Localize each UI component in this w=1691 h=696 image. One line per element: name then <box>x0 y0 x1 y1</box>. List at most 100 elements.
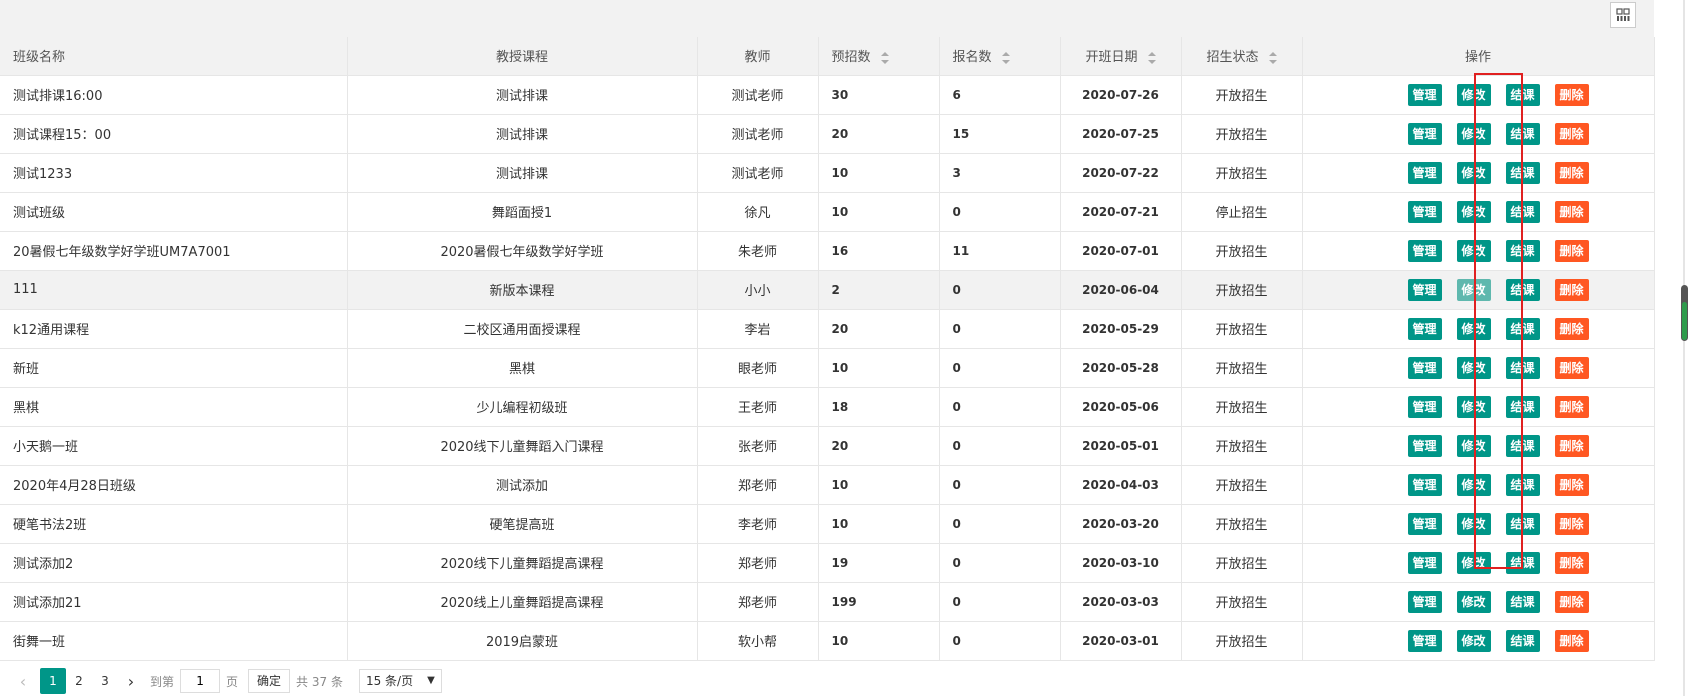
cell-enrolled: 0 <box>939 192 1061 232</box>
manage-button[interactable]: 管理 <box>1407 122 1442 145</box>
prev-page-icon[interactable]: ‹ <box>10 672 36 691</box>
delete-button[interactable]: 删除 <box>1554 551 1589 574</box>
header-planned[interactable]: 预招数 <box>818 37 940 76</box>
manage-button[interactable]: 管理 <box>1407 278 1442 301</box>
manage-button[interactable]: 管理 <box>1407 473 1442 496</box>
manage-button[interactable]: 管理 <box>1407 590 1442 613</box>
finish-class-button[interactable]: 结课 <box>1505 395 1540 418</box>
delete-button[interactable]: 删除 <box>1554 434 1589 457</box>
edit-button[interactable]: 修改 <box>1456 83 1491 106</box>
finish-class-button[interactable]: 结课 <box>1505 239 1540 262</box>
manage-button[interactable]: 管理 <box>1407 434 1442 457</box>
sort-icon[interactable] <box>880 51 889 64</box>
delete-button[interactable]: 删除 <box>1554 200 1589 223</box>
edit-button[interactable]: 修改 <box>1456 200 1491 223</box>
manage-button[interactable]: 管理 <box>1407 356 1442 379</box>
manage-button[interactable]: 管理 <box>1407 551 1442 574</box>
goto-label: 到第 <box>150 674 175 689</box>
finish-class-button[interactable]: 结课 <box>1505 590 1540 613</box>
cell-status: 开放招生 <box>1181 231 1303 271</box>
next-page-icon[interactable]: › <box>118 672 144 691</box>
edit-button[interactable]: 修改 <box>1456 629 1491 652</box>
cell-start-date: 2020-07-01 <box>1060 231 1182 271</box>
edit-button[interactable]: 修改 <box>1456 239 1491 262</box>
columns-grid-icon[interactable] <box>1610 2 1636 28</box>
edit-button[interactable]: 修改 <box>1456 317 1491 340</box>
table-row: 测试排课16:00 测试排课 测试老师 30 6 2020-07-26 开放招生 管理 修改 结课… <box>0 75 1655 115</box>
manage-button[interactable]: 管理 <box>1407 512 1442 535</box>
edit-button[interactable]: 修改 <box>1456 395 1491 418</box>
sort-icon[interactable] <box>1268 51 1277 64</box>
delete-button[interactable]: 删除 <box>1554 122 1589 145</box>
cell-enrolled: 0 <box>939 348 1061 388</box>
manage-button[interactable]: 管理 <box>1407 83 1442 106</box>
header-status[interactable]: 招生状态 <box>1181 37 1303 76</box>
edit-button[interactable]: 修改 <box>1456 590 1491 613</box>
sort-icon[interactable] <box>1001 51 1010 64</box>
delete-button[interactable]: 删除 <box>1554 395 1589 418</box>
edit-button[interactable]: 修改 <box>1456 551 1491 574</box>
finish-class-button[interactable]: 结课 <box>1505 551 1540 574</box>
cell-status: 开放招生 <box>1181 270 1303 310</box>
cell-status: 开放招生 <box>1181 309 1303 349</box>
finish-class-button[interactable]: 结课 <box>1505 317 1540 340</box>
delete-button[interactable]: 删除 <box>1554 239 1589 262</box>
delete-button[interactable]: 删除 <box>1554 473 1589 496</box>
page-scrollbar[interactable] <box>1678 0 1691 696</box>
finish-class-button[interactable]: 结课 <box>1505 161 1540 184</box>
manage-button[interactable]: 管理 <box>1407 200 1442 223</box>
finish-class-button[interactable]: 结课 <box>1505 512 1540 535</box>
cell-start-date: 2020-03-10 <box>1060 543 1182 583</box>
table-row: 硬笔书法2班 硬笔提高班 李老师 10 0 2020-03-20 开放招生 管理 修改 结课 删除 <box>0 504 1655 544</box>
edit-button[interactable]: 修改 <box>1456 512 1491 535</box>
delete-button[interactable]: 删除 <box>1554 278 1589 301</box>
page-size-select[interactable]: 15 条/页 ▼ <box>358 669 442 693</box>
finish-class-button[interactable]: 结课 <box>1505 629 1540 652</box>
edit-button[interactable]: 修改 <box>1456 122 1491 145</box>
delete-button[interactable]: 删除 <box>1554 590 1589 613</box>
cell-course: 2020线下儿童舞蹈提高课程 <box>347 543 698 583</box>
finish-class-button[interactable]: 结课 <box>1505 434 1540 457</box>
page-2[interactable]: 2 <box>66 668 92 694</box>
cell-planned: 20 <box>818 426 940 466</box>
manage-button[interactable]: 管理 <box>1407 239 1442 262</box>
header-start-date[interactable]: 开班日期 <box>1060 37 1182 76</box>
header-enrolled[interactable]: 报名数 <box>939 37 1061 76</box>
delete-button[interactable]: 删除 <box>1554 317 1589 340</box>
edit-button[interactable]: 修改 <box>1456 356 1491 379</box>
delete-button[interactable]: 删除 <box>1554 161 1589 184</box>
edit-button[interactable]: 修改 <box>1456 278 1491 301</box>
goto-confirm-button[interactable]: 确定 <box>248 669 291 693</box>
goto-page-input[interactable] <box>180 669 221 693</box>
sort-icon[interactable] <box>1147 51 1156 64</box>
caret-down-icon: ▼ <box>427 675 435 686</box>
finish-class-button[interactable]: 结课 <box>1505 356 1540 379</box>
page-3[interactable]: 3 <box>92 668 118 694</box>
finish-class-button[interactable]: 结课 <box>1505 278 1540 301</box>
delete-button[interactable]: 删除 <box>1554 512 1589 535</box>
manage-button[interactable]: 管理 <box>1407 395 1442 418</box>
finish-class-button[interactable]: 结课 <box>1505 83 1540 106</box>
edit-button[interactable]: 修改 <box>1456 473 1491 496</box>
manage-button[interactable]: 管理 <box>1407 317 1442 340</box>
edit-button[interactable]: 修改 <box>1456 434 1491 457</box>
cell-actions: 管理 修改 结课 删除 <box>1302 153 1655 193</box>
finish-class-button[interactable]: 结课 <box>1505 200 1540 223</box>
cell-teacher: 小小 <box>697 270 819 310</box>
delete-button[interactable]: 删除 <box>1554 629 1589 652</box>
finish-class-button[interactable]: 结课 <box>1505 122 1540 145</box>
cell-start-date: 2020-03-20 <box>1060 504 1182 544</box>
cell-enrolled: 0 <box>939 543 1061 583</box>
manage-button[interactable]: 管理 <box>1407 161 1442 184</box>
delete-button[interactable]: 删除 <box>1554 356 1589 379</box>
edit-button[interactable]: 修改 <box>1456 161 1491 184</box>
cell-planned: 30 <box>818 75 940 115</box>
cell-course: 少儿编程初级班 <box>347 387 698 427</box>
page-1[interactable]: 1 <box>40 668 66 694</box>
manage-button[interactable]: 管理 <box>1407 629 1442 652</box>
cell-planned: 10 <box>818 465 940 505</box>
finish-class-button[interactable]: 结课 <box>1505 473 1540 496</box>
cell-status: 停止招生 <box>1181 192 1303 232</box>
delete-button[interactable]: 删除 <box>1554 83 1589 106</box>
cell-course: 2019启蒙班 <box>347 621 698 661</box>
